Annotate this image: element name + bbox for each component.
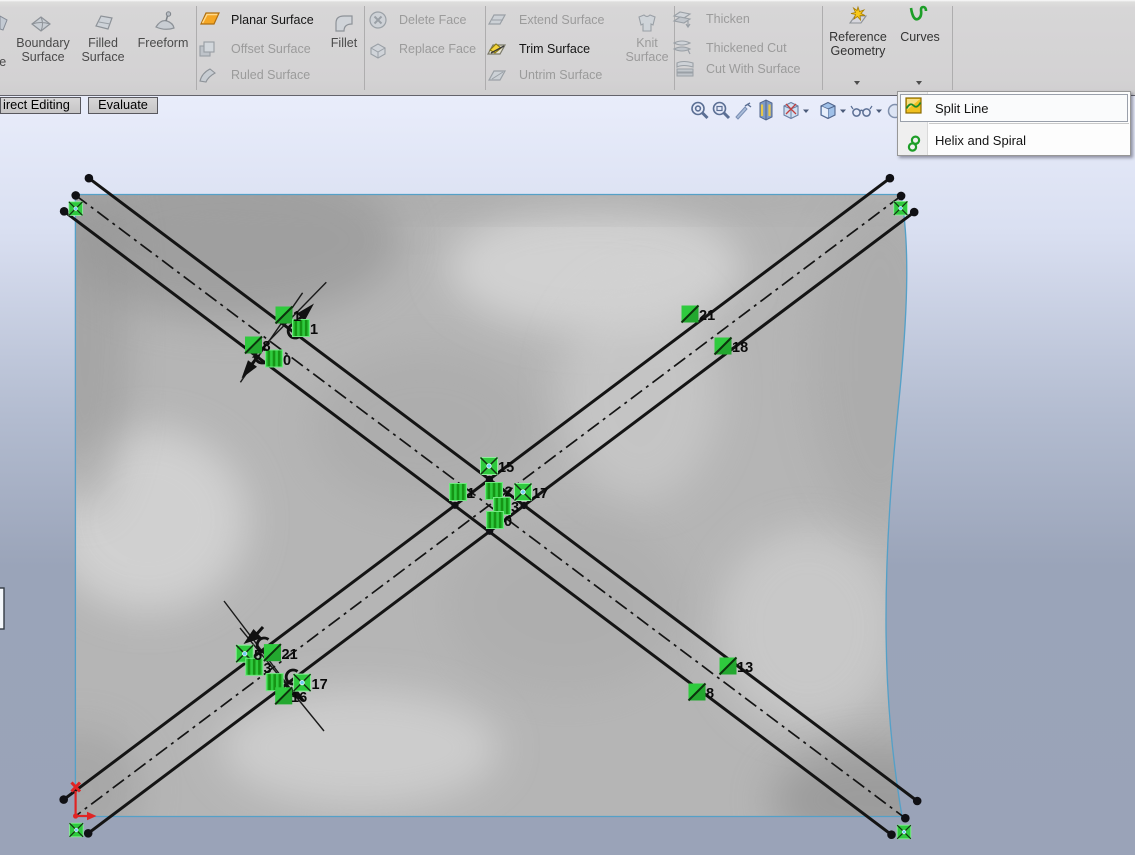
svg-text:17: 17 <box>532 486 548 502</box>
svg-text:0: 0 <box>283 353 291 369</box>
svg-text:18: 18 <box>732 340 748 356</box>
svg-text:17: 17 <box>312 677 328 693</box>
svg-text:8: 8 <box>263 339 271 355</box>
svg-text:1: 1 <box>467 486 475 502</box>
svg-text:3: 3 <box>511 500 519 516</box>
svg-text:13: 13 <box>737 660 753 676</box>
svg-text:3: 3 <box>264 661 272 677</box>
svg-text:5: 5 <box>254 648 262 664</box>
svg-text:21: 21 <box>282 647 298 663</box>
svg-text:15: 15 <box>498 460 514 476</box>
svg-text:16: 16 <box>291 690 307 706</box>
svg-text:0: 0 <box>504 514 512 530</box>
svg-text:2: 2 <box>505 485 513 501</box>
svg-text:1: 1 <box>293 309 301 325</box>
svg-text:1: 1 <box>310 322 318 338</box>
svg-text:8: 8 <box>706 686 714 702</box>
svg-text:21: 21 <box>699 308 715 324</box>
